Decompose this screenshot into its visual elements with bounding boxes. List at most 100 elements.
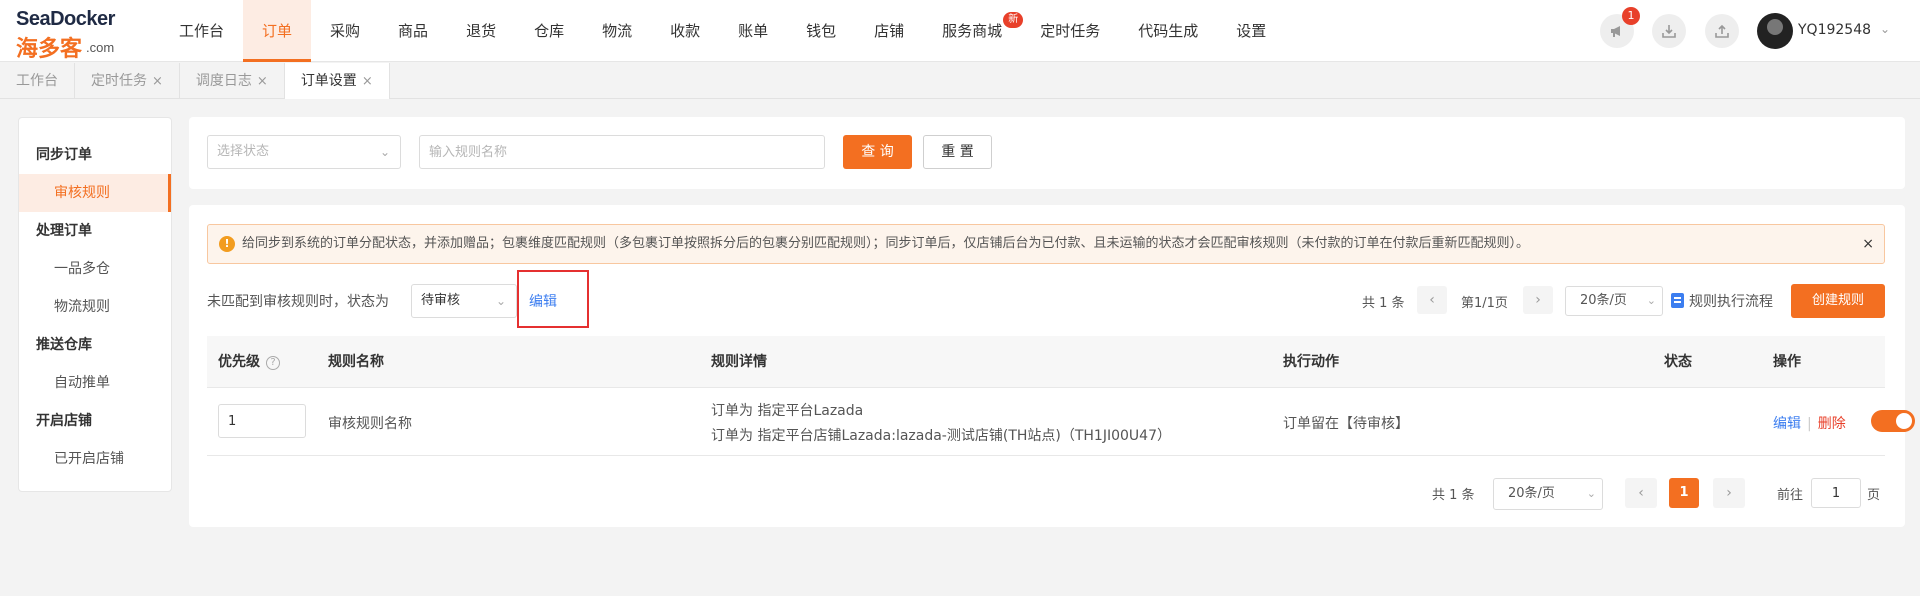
tab-workbench[interactable]: 工作台: [0, 63, 75, 99]
sidebar-item-auto-push[interactable]: 自动推单: [19, 364, 171, 402]
next-page-button[interactable]: ›: [1523, 286, 1553, 314]
chevron-down-icon[interactable]: ⌄: [1880, 22, 1890, 36]
nav-item-stores[interactable]: 店铺: [855, 0, 923, 62]
unmatched-status-select[interactable]: 待审核 ⌄: [411, 284, 517, 318]
goto-label: 前往: [1777, 488, 1804, 503]
tab-scheduled-tasks[interactable]: 定时任务 ×: [75, 63, 180, 99]
nav-item-logistics[interactable]: 物流: [583, 0, 651, 62]
sidebar-item-logistics-rules[interactable]: 物流规则: [19, 288, 171, 326]
priority-input[interactable]: [218, 404, 306, 438]
nav-item-bills[interactable]: 账单: [719, 0, 787, 62]
nav-item-workbench[interactable]: 工作台: [160, 0, 243, 62]
nav-item-scheduled-tasks[interactable]: 定时任务: [1021, 0, 1119, 62]
bottom-next-button[interactable]: ›: [1713, 478, 1745, 508]
unmatched-label: 未匹配到审核规则时，状态为: [207, 294, 389, 310]
nav-item-service-mall[interactable]: 服务商城新: [923, 0, 1024, 62]
nav-label: 收款: [670, 22, 701, 40]
download-button[interactable]: [1652, 14, 1686, 48]
nav-item-settings[interactable]: 设置: [1217, 0, 1285, 62]
nav-item-products[interactable]: 商品: [379, 0, 447, 62]
unmatched-status-value: 待审核: [421, 293, 461, 308]
nav-item-warehouse[interactable]: 仓库: [515, 0, 583, 62]
rule-flow-label: 规则执行流程: [1689, 294, 1773, 310]
tab-label: 调度日志: [195, 73, 252, 89]
nav-item-returns[interactable]: 退货: [447, 0, 515, 62]
nav-item-orders[interactable]: 订单: [243, 0, 312, 62]
notification-button[interactable]: 1: [1600, 7, 1640, 48]
nav-label: 商品: [398, 22, 429, 40]
bottom-total-count: 共 1 条: [1432, 488, 1475, 503]
highlight-box: [517, 270, 589, 328]
sidebar-item-audit-rules[interactable]: 审核规则: [19, 174, 171, 212]
col-rule-name: 规则名称: [328, 354, 384, 370]
ops-divider: |: [1807, 416, 1812, 432]
rules-table-header: 优先级? 规则名称 规则详情 执行动作 状态 操作: [207, 336, 1885, 388]
nav-label: 退货: [466, 22, 497, 40]
nav-label: 钱包: [806, 22, 837, 40]
prev-page-button[interactable]: ‹: [1417, 286, 1447, 314]
sidebar-group-push-warehouse: 推送仓库: [36, 337, 92, 353]
close-icon[interactable]: ×: [1862, 225, 1874, 263]
nav-item-wallet[interactable]: 钱包: [787, 0, 855, 62]
nav-item-purchase[interactable]: 采购: [311, 0, 379, 62]
top-navbar: SeaDocker 海多客 .com 工作台 订单 采购 商品 退货 仓库 物流…: [0, 0, 1920, 62]
chevron-down-icon: ⌄: [379, 145, 390, 159]
reset-button[interactable]: 重 置: [923, 135, 992, 169]
sidebar-group-open-stores: 开启店铺: [36, 413, 92, 429]
status-select[interactable]: 选择状态 ⌄: [207, 135, 401, 169]
rule-name-cell: 审核规则名称: [328, 416, 412, 432]
action-cell: 订单留在【待审核】: [1283, 416, 1409, 432]
tab-label: 工作台: [16, 73, 58, 89]
nav-label: 服务商城: [942, 22, 1003, 40]
logo-domain: .com: [86, 40, 115, 55]
avatar[interactable]: [1757, 13, 1793, 49]
nav-item-code-gen[interactable]: 代码生成: [1119, 0, 1217, 62]
rule-name-input[interactable]: [419, 135, 825, 169]
username[interactable]: YQ192548: [1798, 22, 1871, 38]
close-icon[interactable]: ×: [152, 74, 163, 89]
close-icon[interactable]: ×: [257, 74, 268, 89]
nav-item-payments[interactable]: 收款: [651, 0, 719, 62]
upload-icon: [1715, 24, 1729, 38]
main-nav: 工作台 订单 采购 商品 退货 仓库 物流 收款 账单 钱包 店铺 服务商城新 …: [160, 0, 1285, 62]
logo-text: SeaDocker: [16, 8, 115, 30]
seadocker-logo[interactable]: SeaDocker 海多客 .com: [16, 8, 136, 62]
page-number-current[interactable]: 1: [1669, 478, 1699, 508]
nav-label: 店铺: [874, 22, 905, 40]
create-rule-button[interactable]: 创建规则: [1791, 284, 1885, 318]
col-action: 执行动作: [1283, 354, 1339, 370]
goto-page-input[interactable]: [1811, 478, 1861, 508]
rule-detail-line2: 订单为 指定平台店铺Lazada:lazada-测试店铺(TH站点)（TH1JI…: [711, 428, 1171, 444]
col-priority: 优先级?: [218, 336, 280, 388]
sidebar-item-opened-stores[interactable]: 已开启店铺: [19, 440, 171, 478]
query-button[interactable]: 查 询: [843, 135, 912, 169]
edit-rule-link[interactable]: 编辑: [1773, 416, 1801, 432]
status-select-placeholder: 选择状态: [217, 144, 270, 159]
page-size-value: 20条/页: [1508, 486, 1555, 501]
col-rule-detail: 规则详情: [711, 354, 767, 370]
rule-detail-line1: 订单为 指定平台Lazada: [711, 403, 864, 419]
close-icon[interactable]: ×: [362, 74, 373, 89]
tab-order-settings[interactable]: 订单设置 ×: [284, 63, 390, 99]
nav-label: 工作台: [179, 22, 225, 40]
ops-cell: 编辑 | 删除: [1773, 413, 1846, 433]
tab-label: 订单设置: [300, 73, 357, 89]
bottom-prev-button[interactable]: ‹: [1625, 478, 1657, 508]
tab-label: 定时任务: [91, 73, 147, 89]
help-icon[interactable]: ?: [266, 356, 280, 370]
page-info: 第1/1页: [1461, 296, 1508, 311]
nav-label: 账单: [738, 22, 769, 40]
col-priority-label: 优先级: [218, 354, 260, 370]
tab-schedule-log[interactable]: 调度日志 ×: [180, 63, 285, 99]
page-size-select-top[interactable]: 20条/页 ⌄: [1565, 286, 1663, 316]
nav-label: 设置: [1236, 22, 1267, 40]
notification-count-badge: 1: [1622, 7, 1640, 25]
upload-button[interactable]: [1705, 14, 1739, 48]
delete-rule-link[interactable]: 删除: [1818, 416, 1846, 432]
nav-label: 代码生成: [1138, 22, 1199, 40]
page-size-select-bottom[interactable]: 20条/页 ⌄: [1493, 478, 1603, 510]
page-size-value: 20条/页: [1580, 293, 1627, 308]
status-toggle[interactable]: [1871, 410, 1915, 432]
sidebar-item-multi-warehouse[interactable]: 一品多仓: [19, 250, 171, 288]
rule-flow-link[interactable]: 规则执行流程: [1671, 291, 1773, 311]
